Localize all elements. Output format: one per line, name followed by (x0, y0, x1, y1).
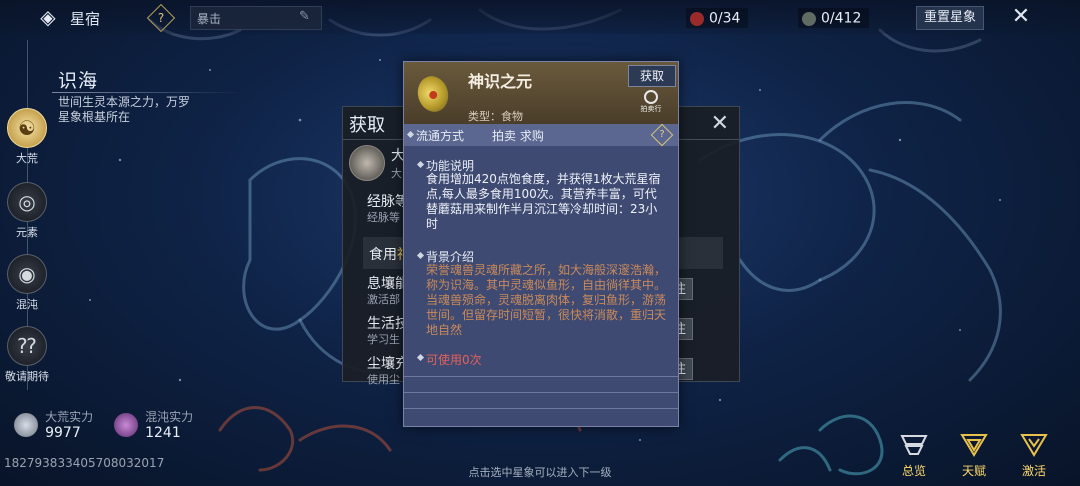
close-icon[interactable]: ✕ (1008, 4, 1034, 30)
chaos-power: 混沌实力 1241 (114, 408, 193, 441)
auction-icon (644, 90, 658, 104)
nav-item-chaos[interactable]: ◉ 混沌 (4, 254, 50, 312)
divider (404, 392, 678, 393)
swirl-gold-icon: ☯ (7, 108, 47, 148)
resource-gray-counter: 0/412 (798, 8, 870, 28)
back-button[interactable]: ◈ (36, 6, 60, 28)
talent-button[interactable]: 天赋 (950, 432, 998, 479)
talent-icon (960, 434, 988, 457)
diamond-bullet-icon (416, 160, 425, 169)
diamond-bullet-icon (416, 353, 425, 362)
question-icon: ? (659, 129, 665, 140)
diamond-bullet-icon (406, 130, 415, 139)
section-title: 识海 (58, 70, 99, 92)
nav-item-element[interactable]: ◎ 元素 (4, 182, 50, 240)
function-description: 食用增加420点饱食度，并获得1枚大荒星宿点,每人最多食用100次。其营养丰富，… (426, 172, 661, 231)
question-icon: ? (157, 11, 165, 25)
overview-icon (900, 435, 928, 455)
item-sub: 大 (391, 167, 402, 180)
nav-label: 敬请期待 (5, 370, 49, 383)
usable-count: 可使用0次 (426, 353, 482, 367)
circulation-row: 流通方式 拍卖 求购 ? (404, 123, 678, 147)
item-icon (349, 145, 385, 181)
item-tooltip: 神识之元 类型：食物 获取 拍卖行 流通方式 拍卖 求购 ? 功能说明 食用增加… (403, 61, 679, 427)
question-icon: ⁇ (7, 326, 47, 366)
chaos-icon: ◉ (7, 254, 47, 294)
reset-constellation-button[interactable]: 重置星象 (916, 6, 984, 30)
search-input[interactable]: 暴击 ✎ (190, 6, 322, 30)
overview-button[interactable]: 总览 (890, 432, 938, 479)
item-name: 神识之元 (468, 72, 533, 91)
help-button[interactable]: ? (650, 123, 674, 147)
resource-red-counter: 0/34 (686, 8, 749, 28)
nav-label: 大荒 (16, 152, 38, 165)
background-description: 荣誉魂兽灵魂所藏之所，如大海般深邃浩瀚，称为识海。其中灵魂似鱼形，自由徜徉其中。… (426, 263, 667, 337)
red-orb-icon (690, 11, 704, 26)
spiral-icon: ◎ (7, 182, 47, 222)
nav-item-coming-soon[interactable]: ⁇ 敬请期待 (4, 326, 50, 384)
swirl-icon (14, 412, 38, 437)
section-description: 世间生灵本源之力，万罗星象根基所在 (58, 95, 191, 124)
dialog-title: 获取 (349, 115, 385, 136)
section-divider (52, 92, 242, 93)
nav-item-dahuang[interactable]: ☯ 大荒 (4, 108, 50, 166)
page-title: 星宿 (70, 10, 101, 28)
auction-button[interactable]: 拍卖行 (636, 90, 666, 114)
divider (404, 408, 678, 409)
get-button[interactable]: 获取 (628, 65, 676, 87)
item-type: 类型：食物 (468, 110, 523, 123)
activate-button[interactable]: 激活 (1010, 432, 1058, 479)
activate-icon (1020, 434, 1048, 457)
chaos-icon (114, 412, 138, 437)
close-icon[interactable]: ✕ (711, 111, 729, 136)
filter-icon[interactable]: ✎ (299, 9, 310, 24)
nav-label: 元素 (16, 226, 38, 239)
gray-orb-icon (802, 11, 816, 26)
dahuang-power: 大荒实力 9977 (14, 408, 93, 441)
nav-label: 混沌 (16, 298, 38, 311)
diamond-bullet-icon (416, 251, 425, 260)
divider (404, 376, 678, 377)
search-value: 暴击 (197, 12, 222, 26)
